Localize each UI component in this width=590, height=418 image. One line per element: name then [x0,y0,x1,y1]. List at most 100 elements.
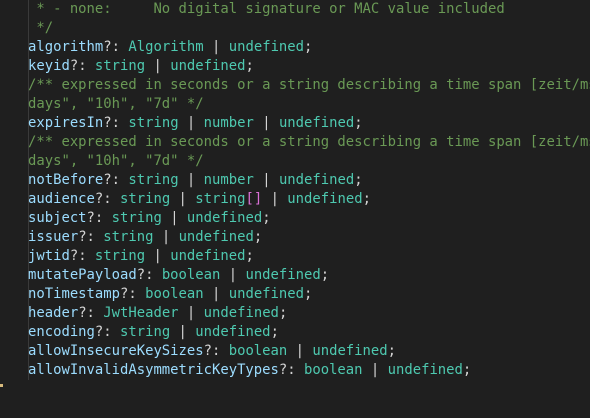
code-token-type: undefined [287,191,363,207]
code-line: jwtid?: string | undefined; [28,247,254,266]
code-token-punct: ?: [120,286,146,302]
code-token-type: undefined [178,229,254,245]
code-token-prop: notBefore [28,172,104,188]
code-line: mutatePayload?: boolean | undefined; [28,266,329,285]
code-token-prop: keyid [28,58,70,74]
code-token-punct: ?: [203,343,229,359]
code-token-type: undefined [170,248,246,264]
code-token-punct: ; [262,210,271,226]
code-token-punct: | [170,191,196,207]
code-line: subject?: string | undefined; [28,209,271,228]
code-token-prop: header [28,305,79,321]
code-token-type: Algorithm [128,39,204,55]
code-token-prop: issuer [28,229,79,245]
code-line: encoding?: string | undefined; [28,323,279,342]
code-token-type: undefined [228,286,305,302]
code-token-prop: allowInsecureKeySizes [28,343,204,359]
code-token-punct: ; [320,267,330,283]
code-line: days", "10h", "7d" */ [28,152,204,171]
code-line: algorithm?: Algorithm | undefined; [28,38,312,57]
code-token-type: undefined [186,210,263,226]
code-token-punct: ; [278,305,288,321]
code-token-prop: audience [28,191,95,207]
text-cursor [0,384,3,387]
code-token-prop: encoding [28,324,95,340]
code-token-punct: ?: [278,362,304,378]
code-token-bracket: [] [245,191,263,207]
code-token-punct: | [178,305,204,321]
code-token-punct: ; [354,115,363,131]
code-token-type: boolean [161,267,221,283]
code-token-punct: ?: [94,191,120,207]
code-token-type: undefined [195,324,271,340]
code-token-comment: days", "10h", "7d" */ [28,153,204,169]
code-token-comment: */ [28,20,54,36]
code-token-prop: jwtid [28,248,70,264]
code-token-punct: ; [245,58,254,74]
code-token-punct: ?: [78,229,104,245]
code-token-type: string [120,324,171,340]
code-token-type: boolean [303,362,363,378]
code-line: allowInsecureKeySizes?: boolean | undefi… [28,342,396,361]
code-line: header?: JwtHeader | undefined; [28,304,287,323]
code-token-type: undefined [278,172,355,188]
code-token-punct: | [203,286,229,302]
code-token-punct: ; [253,229,263,245]
code-token-type: string [94,58,146,74]
code-token-punct: | [178,172,204,188]
code-token-type: boolean [145,286,204,302]
code-token-prop: noTimestamp [28,286,120,302]
code-token-punct: | [161,210,187,226]
code-line: */ [28,19,53,38]
code-token-type: undefined [170,58,246,74]
code-token-punct: ?: [78,305,104,321]
code-token-punct: ?: [103,172,129,188]
code-token-punct: ; [304,39,313,55]
code-token-punct: | [203,39,229,55]
code-token-type: JwtHeader [103,305,179,321]
code-line: noTimestamp?: boolean | undefined; [28,285,312,304]
code-line: keyid?: string | undefined; [28,57,254,76]
code-token-punct: | [287,343,313,359]
code-token-punct: ?: [103,115,129,131]
code-token-punct: ; [245,248,254,264]
code-token-punct: | [145,248,171,264]
code-token-type: string [94,248,146,264]
code-token-type: number [203,115,254,131]
code-token-punct: | [145,58,171,74]
code-token-type: string [128,115,179,131]
code-token-type: string [111,210,162,226]
code-token-punct: ?: [94,324,120,340]
code-token-prop: allowInvalidAsymmetricKeyTypes [28,362,279,378]
code-token-punct: ; [354,172,363,188]
code-token-type: number [203,172,254,188]
code-token-punct: ?: [69,58,95,74]
code-token-punct: ; [387,343,397,359]
code-token-punct: | [153,229,179,245]
code-editor[interactable]: * - none: No digital signature or MAC va… [0,0,590,418]
code-line: /** expressed in seconds or a string des… [28,133,590,152]
code-token-type: undefined [312,343,388,359]
code-token-type: string [120,191,171,207]
code-token-punct: | [170,324,196,340]
code-token-comment: * - none: No digital signature or MAC va… [28,1,505,17]
code-token-punct: | [253,115,279,131]
code-token-punct: ; [304,286,313,302]
code-line: notBefore?: string | number | undefined; [28,171,363,190]
code-token-type: string [103,229,154,245]
code-token-type: undefined [387,362,463,378]
code-token-type: boolean [228,343,288,359]
code-token-prop: algorithm [28,39,104,55]
code-token-punct: | [220,267,246,283]
code-token-type: undefined [228,39,305,55]
code-token-punct: ?: [69,248,95,264]
code-token-punct: ?: [136,267,162,283]
code-token-punct: ?: [86,210,112,226]
code-token-punct: | [253,172,279,188]
code-token-punct: | [362,362,388,378]
code-token-punct: ?: [103,39,129,55]
code-token-punct: ; [362,191,371,207]
code-token-type: undefined [245,267,321,283]
code-line: issuer?: string | undefined; [28,228,262,247]
code-token-prop: expiresIn [28,115,104,131]
